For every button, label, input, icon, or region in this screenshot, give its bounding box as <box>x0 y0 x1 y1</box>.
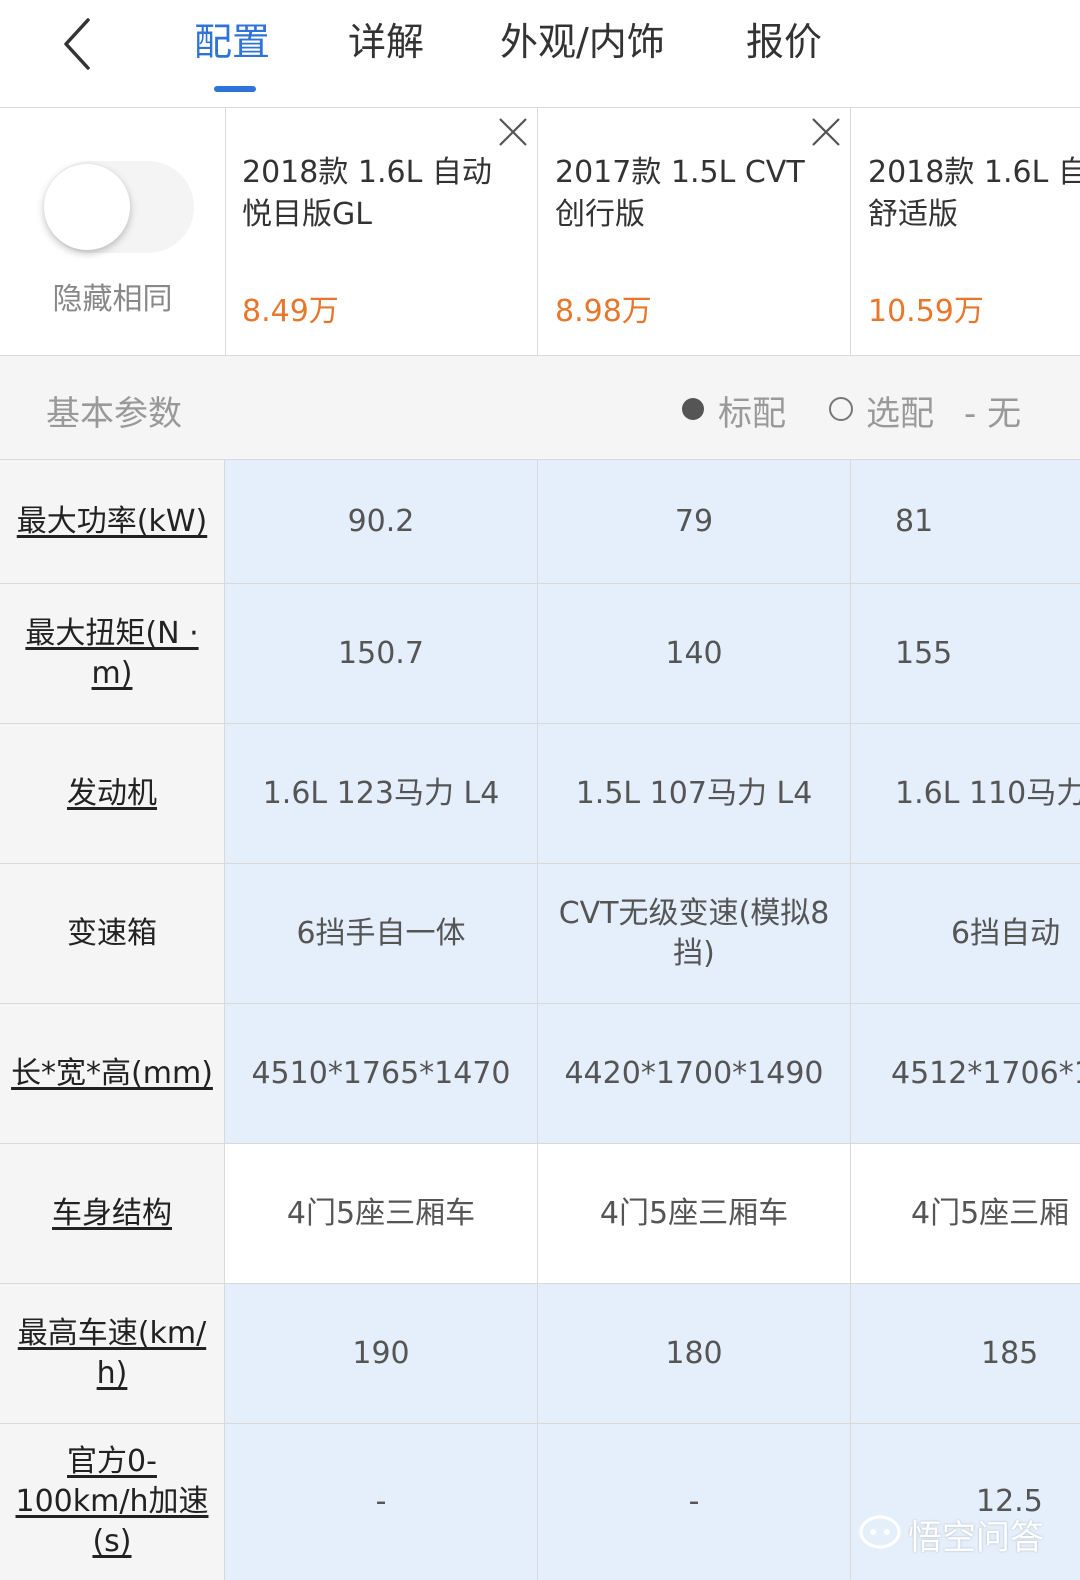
spec-cell: 4门5座三厢 <box>851 1144 1080 1283</box>
spec-cell: 180 <box>538 1284 851 1423</box>
spec-cell: CVT无级变速(模拟8挡) <box>538 864 851 1003</box>
spec-cell: 6挡手自一体 <box>225 864 538 1003</box>
spec-cell: 1.6L 110马力 <box>851 724 1080 863</box>
car-column-3: 2018款 1.6L 自舒适版 10.59万 <box>851 108 1080 355</box>
standard-dot-icon <box>682 398 704 420</box>
row-label[interactable]: 最大功率(kW) <box>0 460 225 583</box>
legend-standard: 标配 <box>718 394 786 434</box>
tab-price[interactable]: 报价 <box>746 16 822 68</box>
car-column-2: 2017款 1.5L CVT 创行版 8.98万 <box>538 108 851 355</box>
car-name: 2018款 1.6L 自动 悦目版GL <box>242 155 492 232</box>
spec-cell: 90.2 <box>225 460 538 583</box>
car-header-row: 隐藏相同 2018款 1.6L 自动 悦目版GL 8.49万 2017款 1.5L… <box>0 108 1080 356</box>
back-icon[interactable] <box>56 14 108 74</box>
table-row: 发动机 1.6L 123马力 L4 1.5L 107马力 L4 1.6L 110… <box>0 724 1080 864</box>
row-label: 变速箱 <box>0 864 225 1003</box>
spec-cell: 185 <box>851 1284 1080 1423</box>
section-header: 基本参数 标配 选配 - 无 <box>0 356 1080 460</box>
spec-cell: 1.5L 107马力 L4 <box>538 724 851 863</box>
table-row: 最高车速(km/h) 190 180 185 <box>0 1284 1080 1424</box>
watermark-text: 悟空问答 <box>908 1518 1044 1558</box>
table-row: 长*宽*高(mm) 4510*1765*1470 4420*1700*1490 … <box>0 1004 1080 1144</box>
legend-none: - 无 <box>964 394 1022 434</box>
spec-cell: 4420*1700*1490 <box>538 1004 851 1143</box>
legend-optional: 选配 <box>866 394 934 434</box>
car-column-1: 2018款 1.6L 自动 悦目版GL 8.49万 <box>225 108 538 355</box>
tab-config[interactable]: 配置 <box>194 16 270 68</box>
hide-same-toggle-cell: 隐藏相同 <box>0 108 226 355</box>
spec-cell: - <box>538 1424 851 1580</box>
spec-cell: 190 <box>225 1284 538 1423</box>
close-icon[interactable] <box>810 116 842 148</box>
car-name: 2017款 1.5L CVT 创行版 <box>555 155 805 232</box>
top-nav-bar: 配置 详解 外观/内饰 报价 <box>0 0 1080 108</box>
spec-cell: 79 <box>538 460 851 583</box>
spec-cell: 1.6L 123马力 L4 <box>225 724 538 863</box>
section-title: 基本参数 <box>46 394 182 434</box>
table-row: 车身结构 4门5座三厢车 4门5座三厢车 4门5座三厢 <box>0 1144 1080 1284</box>
table-row: 变速箱 6挡手自一体 CVT无级变速(模拟8挡) 6挡自动 <box>0 864 1080 1004</box>
wukong-logo-icon <box>859 1515 901 1549</box>
optional-circle-icon <box>829 397 853 421</box>
row-label[interactable]: 长*宽*高(mm) <box>0 1004 225 1143</box>
spec-cell: 140 <box>538 584 851 723</box>
row-label[interactable]: 最高车速(km/h) <box>0 1284 225 1423</box>
row-label[interactable]: 官方0-100km/h加速(s) <box>0 1424 225 1580</box>
car-name: 2018款 1.6L 自舒适版 <box>868 155 1080 232</box>
spec-cell: 155 <box>851 584 1080 723</box>
hide-same-label: 隐藏相同 <box>52 282 173 317</box>
car-price: 8.98万 <box>555 294 652 329</box>
active-tab-indicator <box>214 86 256 92</box>
tab-details[interactable]: 详解 <box>348 16 424 68</box>
table-row: 最大扭矩(N · m) 150.7 140 155 <box>0 584 1080 724</box>
car-price: 8.49万 <box>242 294 339 329</box>
car-price: 10.59万 <box>868 294 984 329</box>
spec-cell: - <box>225 1424 538 1580</box>
tab-exterior-interior[interactable]: 外观/内饰 <box>500 16 665 68</box>
spec-cell: 4510*1765*1470 <box>225 1004 538 1143</box>
spec-cell: 4门5座三厢车 <box>225 1144 538 1283</box>
hide-same-toggle[interactable] <box>44 161 194 253</box>
row-label[interactable]: 发动机 <box>0 724 225 863</box>
spec-cell: 4512*1706*14 <box>851 1004 1080 1143</box>
row-label[interactable]: 车身结构 <box>0 1144 225 1283</box>
spec-cell: 150.7 <box>225 584 538 723</box>
toggle-knob <box>44 164 130 250</box>
table-row: 最大功率(kW) 90.2 79 81 <box>0 460 1080 584</box>
close-icon[interactable] <box>497 116 529 148</box>
spec-cell: 6挡自动 <box>851 864 1080 1003</box>
row-label[interactable]: 最大扭矩(N · m) <box>0 584 225 723</box>
watermark: 悟空问答 <box>858 1508 1068 1558</box>
spec-cell: 81 <box>851 460 1080 583</box>
spec-cell: 4门5座三厢车 <box>538 1144 851 1283</box>
